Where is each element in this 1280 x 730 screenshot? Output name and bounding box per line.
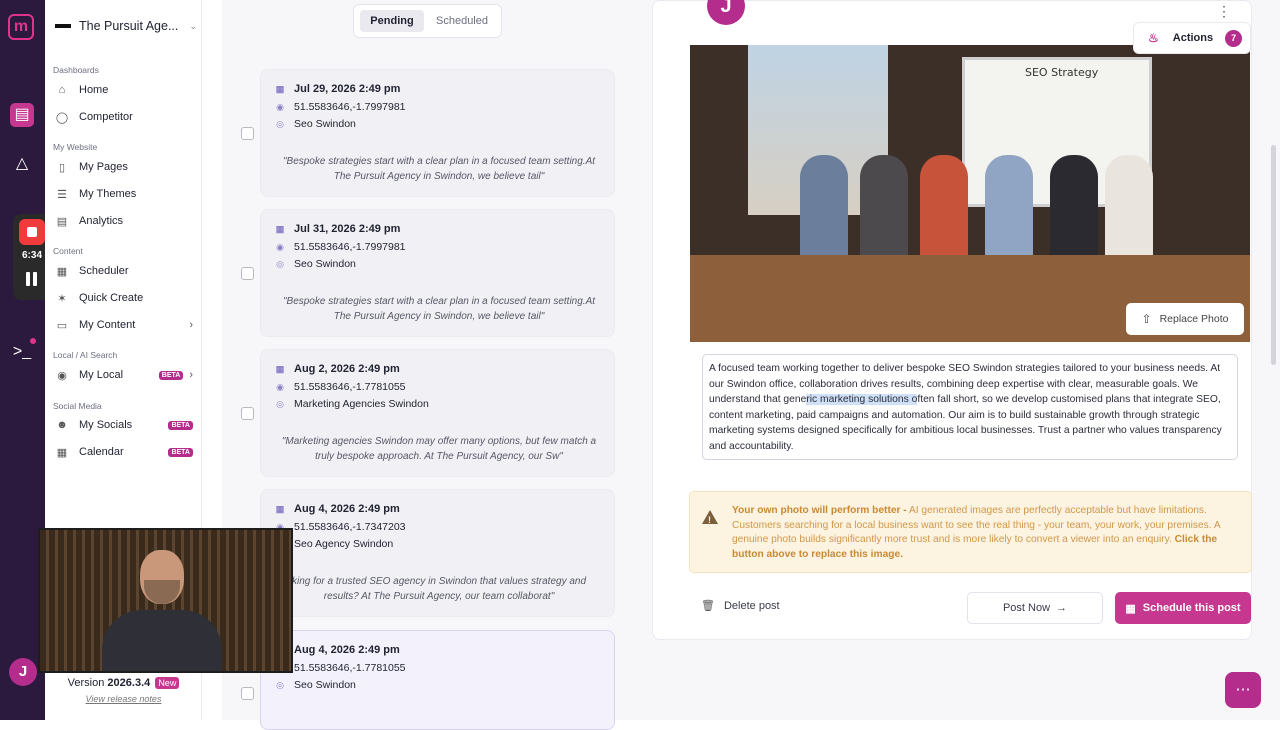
chevron-down-icon: ⌄ [189, 20, 197, 31]
trash-icon: 🗑 [701, 600, 715, 612]
post-card[interactable]: ▦ Jul 31, 2026 2:49 pm ◉ 51.5583646,-1.799… [260, 209, 615, 337]
pin-icon: ◉ [57, 369, 67, 382]
calendar-icon: ▦ [275, 83, 285, 94]
presenter-image [102, 550, 222, 671]
post-card[interactable]: ▦ Aug 2, 2026 2:49 pm ◉ 51.5583646,-1.7781… [260, 349, 615, 477]
page-icon: ▯ [58, 161, 66, 174]
actions-count-badge: 7 [1225, 29, 1243, 47]
section-local-ai-search: Local / AI Search [53, 350, 118, 360]
chat-icon[interactable]: ⋯ [1225, 672, 1261, 708]
section-dashboards: Dashboards [53, 65, 99, 75]
post-detail-panel: J ⋮ SEO Strategy ⇧ Replace Photo A focus… [634, 0, 1280, 720]
chevron-right-icon: › [189, 369, 193, 381]
flask-icon[interactable]: △ [10, 152, 34, 176]
version-info: Version 2026.3.4 New [45, 677, 202, 689]
sparkle-icon: ✶ [57, 292, 67, 305]
app-logo-icon[interactable]: m [8, 14, 34, 40]
location-icon: ◎ [276, 679, 284, 690]
account-avatar: J [707, 0, 745, 25]
beta-badge: BETA [158, 370, 184, 380]
sidebar-item-my-pages[interactable]: ▯ My Pages [53, 156, 193, 178]
calendar-icon: ▦ [56, 265, 68, 278]
version-number: 2026.3.4 [107, 677, 151, 689]
section-my-website: My Website [53, 142, 98, 152]
users-icon: ☻ [56, 419, 68, 431]
section-social-media: Social Media [53, 401, 102, 411]
home-icon: ⌂ [58, 84, 66, 96]
post-excerpt: king for a trusted SEO agency in Swindon… [291, 576, 587, 602]
schedule-post-button[interactable]: ▦ Schedule this post [1115, 592, 1251, 624]
sidebar-item-my-content[interactable]: ▭ My Content › [53, 314, 193, 336]
actions-button[interactable]: ♨ Actions 7 [1133, 22, 1251, 54]
org-switcher[interactable]: The Pursuit Age... ⌄ [55, 12, 197, 40]
post-detail-card: J ⋮ SEO Strategy ⇧ Replace Photo A focus… [652, 0, 1252, 640]
pin-icon: ◉ [276, 241, 284, 252]
post-excerpt: "Marketing agencies Swindon may offer ma… [281, 436, 597, 462]
delete-post-button[interactable]: 🗑 Delete post [701, 599, 780, 613]
post-checkbox[interactable] [241, 687, 254, 700]
user-avatar[interactable]: J [9, 658, 37, 686]
chevron-right-icon: › [189, 319, 193, 331]
tab-scheduled[interactable]: Scheduled [429, 10, 495, 32]
post-excerpt: "Bespoke strategies start with a clear p… [282, 296, 596, 322]
stop-recording-icon[interactable] [19, 219, 45, 245]
warning-icon [702, 510, 718, 528]
calendar-icon: ▦ [275, 223, 285, 234]
sidebar-item-quick-create[interactable]: ✶ Quick Create [53, 287, 193, 309]
more-options-icon[interactable]: ⋮ [1217, 3, 1231, 20]
post-card-selected[interactable]: ▦Aug 4, 2026 2:49 pm ◉51.5583646,-1.7781… [260, 630, 615, 730]
chart-icon: ▤ [56, 215, 68, 228]
beta-badge: BETA [168, 447, 193, 457]
post-checkbox[interactable] [241, 407, 254, 420]
pin-icon: ◉ [276, 381, 284, 392]
sidebar-item-my-themes[interactable]: ☰ My Themes [53, 183, 193, 205]
org-name: The Pursuit Age... [79, 19, 179, 33]
pin-icon: ◉ [276, 101, 284, 112]
target-icon: ◯ [55, 111, 69, 124]
sidebar-item-home[interactable]: ⌂ Home [53, 79, 193, 101]
beta-badge: BETA [168, 420, 193, 430]
analytics-icon[interactable]: ▤ [10, 103, 34, 127]
photo-notice: Your own photo will perform better - AI … [689, 491, 1252, 573]
release-notes-link[interactable]: View release notes [45, 694, 202, 704]
calendar-icon: ▦ [56, 446, 68, 459]
replace-photo-button[interactable]: ⇧ Replace Photo [1126, 303, 1244, 335]
sidebar-item-scheduler[interactable]: ▦ Scheduler [53, 260, 193, 282]
terminal-icon[interactable]: >_ [10, 338, 36, 364]
calendar-icon: ▦ [275, 363, 285, 374]
list-icon: ☰ [57, 188, 67, 201]
sidebar-item-my-local[interactable]: ◉ My Local BETA › [53, 364, 193, 386]
upload-icon: ⇧ [1141, 312, 1152, 326]
post-photo: SEO Strategy ⇧ Replace Photo [690, 45, 1250, 342]
location-icon: ◎ [276, 398, 284, 409]
sidebar-item-my-socials[interactable]: ☻ My Socials BETA [53, 414, 193, 436]
post-tabs: Pending Scheduled [353, 4, 502, 38]
webcam-overlay [38, 528, 293, 673]
post-card[interactable]: ▦ Aug 4, 2026 2:49 pm ◉ 51.5583646,-1.7347… [260, 489, 615, 617]
section-content: Content [53, 246, 83, 256]
sidebar-item-competitor[interactable]: ◯ Competitor [53, 106, 193, 128]
post-checkbox[interactable] [241, 267, 254, 280]
tab-pending[interactable]: Pending [360, 10, 424, 32]
new-badge: New [155, 677, 180, 689]
folder-icon: ▭ [56, 319, 68, 332]
post-now-button[interactable]: Post Now → [967, 592, 1103, 624]
sidebar-item-calendar[interactable]: ▦ Calendar BETA [53, 441, 193, 463]
calendar-icon: ▦ [1125, 602, 1136, 615]
post-excerpt: "Bespoke strategies start with a clear p… [282, 156, 596, 182]
scrollbar[interactable] [1271, 145, 1276, 365]
calendar-icon: ▦ [275, 503, 285, 514]
pause-icon[interactable] [25, 272, 39, 288]
location-icon: ◎ [276, 258, 284, 269]
org-logo-icon [55, 24, 71, 28]
post-checkbox[interactable] [241, 127, 254, 140]
post-card[interactable]: ▦ Jul 29, 2026 2:49 pm ◉ 51.5583646,-1.799… [260, 69, 615, 197]
sidebar-item-analytics[interactable]: ▤ Analytics [53, 210, 193, 232]
location-icon: ◎ [276, 118, 284, 129]
arrow-right-icon: → [1056, 602, 1068, 614]
caption-textarea[interactable]: A focused team working together to deliv… [702, 354, 1238, 460]
bell-icon: ♨ [1148, 31, 1159, 45]
